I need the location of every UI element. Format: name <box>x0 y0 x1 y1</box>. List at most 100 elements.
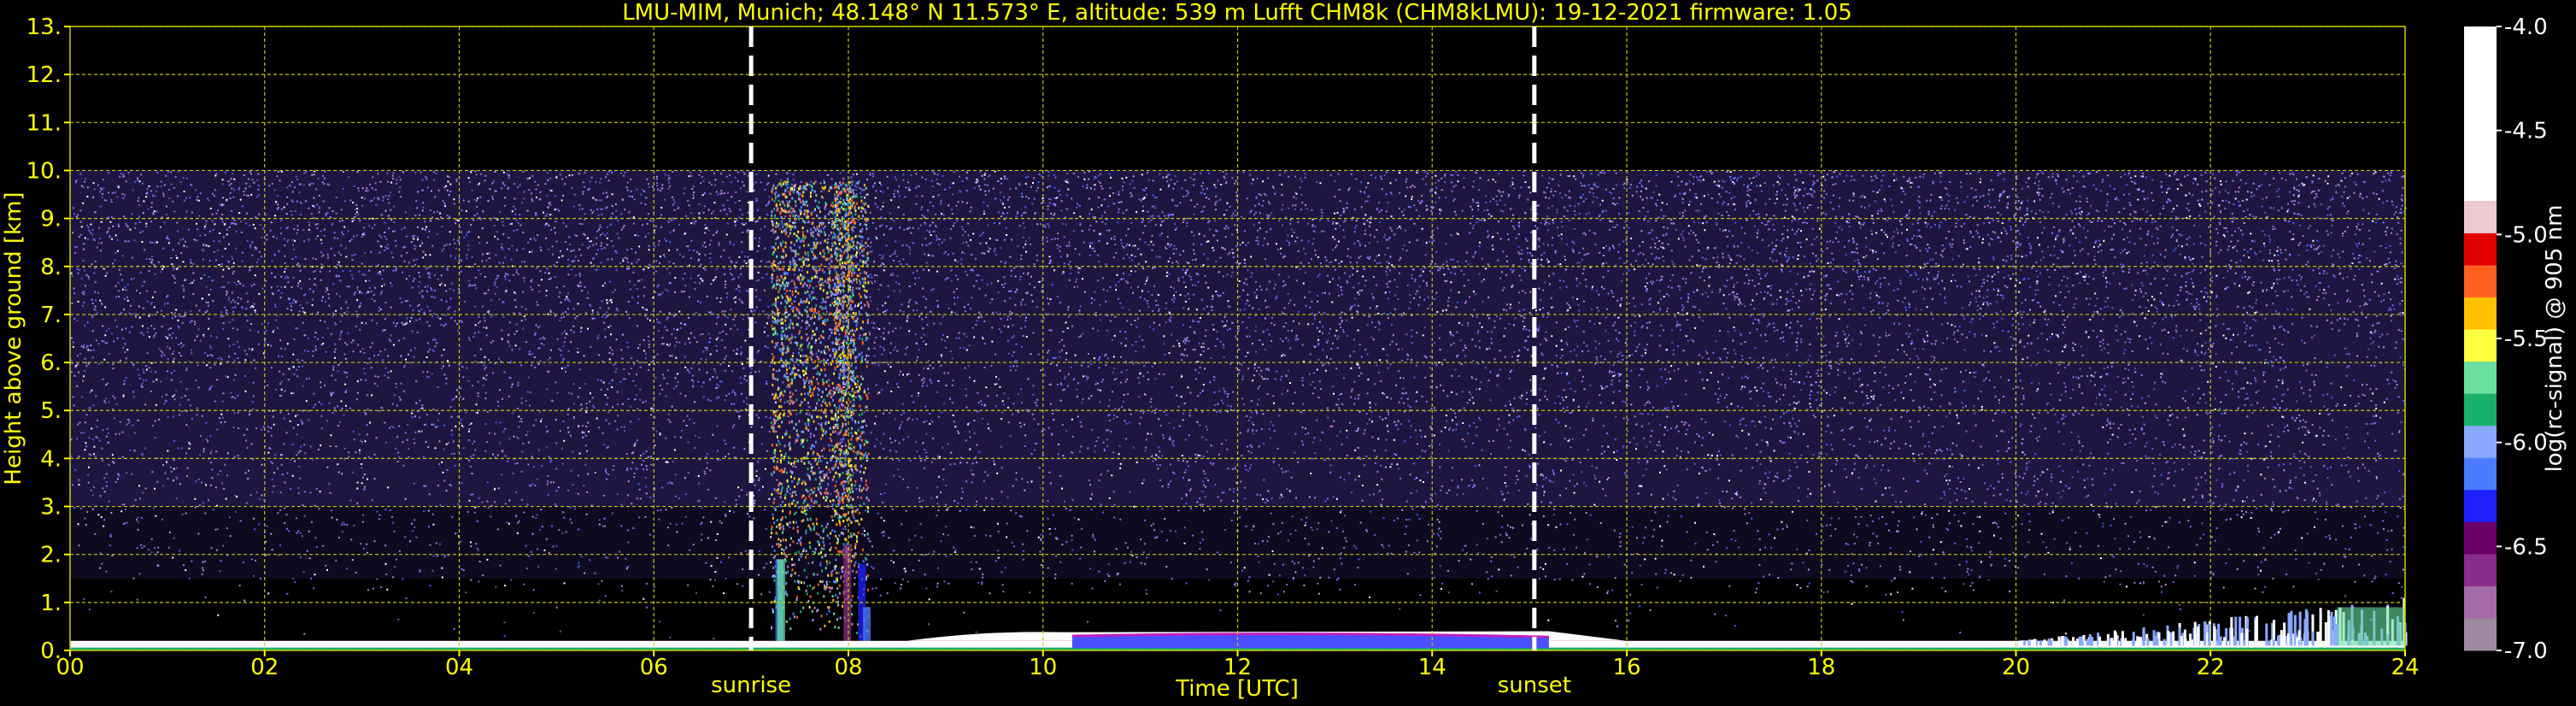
evening-layer <box>2197 626 2200 646</box>
evening-layer <box>2113 640 2116 646</box>
evening-layer <box>2193 621 2197 646</box>
evening-layer <box>2075 638 2079 646</box>
evening-layer <box>2146 638 2150 646</box>
evening-layer <box>2063 636 2067 646</box>
y-tick-label: 11. <box>26 110 62 136</box>
evening-layer <box>2124 638 2127 646</box>
x-axis-label: Time [UTC] <box>1175 676 1299 702</box>
evening-layer <box>2245 628 2249 646</box>
evening-layer <box>2296 637 2299 646</box>
y-tick-label: 2. <box>40 543 62 568</box>
evening-layer <box>2169 632 2173 646</box>
evening-layer <box>2330 611 2333 646</box>
y-tick-label: 6. <box>40 350 62 376</box>
evening-layer <box>2277 636 2280 646</box>
evening-layer <box>2050 639 2053 646</box>
evening-layer <box>2272 639 2275 646</box>
x-tick-label: 16 <box>1612 655 1640 680</box>
chart-title: LMU-MIM, Munich; 48.148° N 11.573° E, al… <box>622 0 1852 26</box>
evening-layer <box>2217 623 2221 646</box>
colorbar-segment <box>2464 521 2497 555</box>
x-tick-label: 24 <box>2391 655 2419 680</box>
colorbar-segment <box>2464 362 2497 395</box>
evening-layer <box>2324 622 2327 646</box>
evening-layer <box>2121 631 2124 646</box>
y-tick-label: 12. <box>26 62 62 88</box>
evening-layer <box>2043 640 2046 646</box>
sunrise-label: sunrise <box>711 673 791 698</box>
evening-layer <box>2230 628 2233 646</box>
evening-layer <box>2072 637 2075 646</box>
evening-layer <box>2110 638 2114 646</box>
colorbar-tick-label: -6.5 <box>2504 534 2548 560</box>
evening-layer <box>2223 637 2227 646</box>
evening-layer <box>2162 638 2166 646</box>
evening-layer <box>2283 622 2286 646</box>
evening-layer <box>2088 640 2092 646</box>
evening-layer <box>2234 616 2238 646</box>
x-tick-label: 04 <box>445 655 473 680</box>
evening-layer <box>2240 632 2244 646</box>
evening-layer <box>2027 640 2031 646</box>
x-tick-label: 10 <box>1029 655 1057 680</box>
evening-layer <box>2039 640 2042 646</box>
evening-layer <box>2139 637 2142 646</box>
evening-layer <box>2213 626 2216 646</box>
precip-column <box>843 544 852 641</box>
y-tick-label: 4. <box>40 446 62 472</box>
evening-layer <box>2280 630 2283 646</box>
x-tick-label: 08 <box>834 655 862 680</box>
y-axis-label: Height above ground [km] <box>1 191 26 485</box>
colorbar-segment <box>2464 554 2497 587</box>
precip-column <box>777 559 785 641</box>
y-tick-label: 7. <box>40 303 62 328</box>
evening-layer <box>2022 640 2026 646</box>
colorbar-tick-label: -4.0 <box>2504 15 2548 40</box>
x-tick-label: 06 <box>640 655 668 680</box>
evening-layer <box>2184 638 2187 646</box>
colorbar-ticks: -4.0-4.5-5.0-5.5-6.0-6.5-7.0 <box>2497 15 2548 664</box>
sunset-label: sunset <box>1498 673 1571 698</box>
evening-layer <box>2033 638 2036 646</box>
y-tick-label: 9. <box>40 207 62 232</box>
evening-layer <box>2172 631 2175 646</box>
colorbar-segment <box>2464 26 2497 202</box>
evening-layer <box>2080 640 2084 646</box>
evening-layer <box>2306 611 2309 646</box>
y-tick-label: 10. <box>26 158 62 184</box>
colorbar-segment <box>2464 329 2497 362</box>
x-tick-label: 20 <box>2002 655 2030 680</box>
evening-layer <box>2098 636 2102 646</box>
evening-layer <box>2086 638 2089 646</box>
colorbar-segment <box>2464 490 2497 523</box>
x-tick-label: 14 <box>1418 655 1446 680</box>
evening-layer <box>2203 621 2207 646</box>
evening-layer-dense <box>2337 607 2405 646</box>
evening-layer <box>2018 640 2021 646</box>
y-tick-label: 5. <box>40 398 62 424</box>
colorbar-tick-label: -7.0 <box>2504 638 2548 664</box>
evening-layer <box>2265 623 2268 646</box>
colorbar-segment <box>2464 297 2497 331</box>
colorbar-segment <box>2464 618 2497 651</box>
evening-layer <box>2142 628 2145 646</box>
colorbar-tick-label: -4.5 <box>2504 119 2548 144</box>
evening-layer <box>2254 620 2257 646</box>
colorbar <box>2464 26 2497 651</box>
precip-column <box>863 607 871 641</box>
evening-layer <box>2190 639 2193 646</box>
evening-layer <box>2303 619 2307 646</box>
colorbar-segment <box>2464 426 2497 459</box>
evening-layer <box>2057 636 2061 646</box>
evening-layer <box>2047 638 2051 646</box>
colorbar-segment <box>2464 232 2497 266</box>
evening-layer <box>2132 638 2135 646</box>
x-tick-label: 02 <box>250 655 279 680</box>
colorbar-segment <box>2464 585 2497 619</box>
evening-layer <box>2136 636 2139 646</box>
colorbar-segment <box>2464 201 2497 234</box>
x-tick-label: 22 <box>2197 655 2225 680</box>
x-tick-label: 18 <box>1807 655 1835 680</box>
y-tick-label: 13. <box>26 15 62 40</box>
colorbar-segment <box>2464 457 2497 491</box>
